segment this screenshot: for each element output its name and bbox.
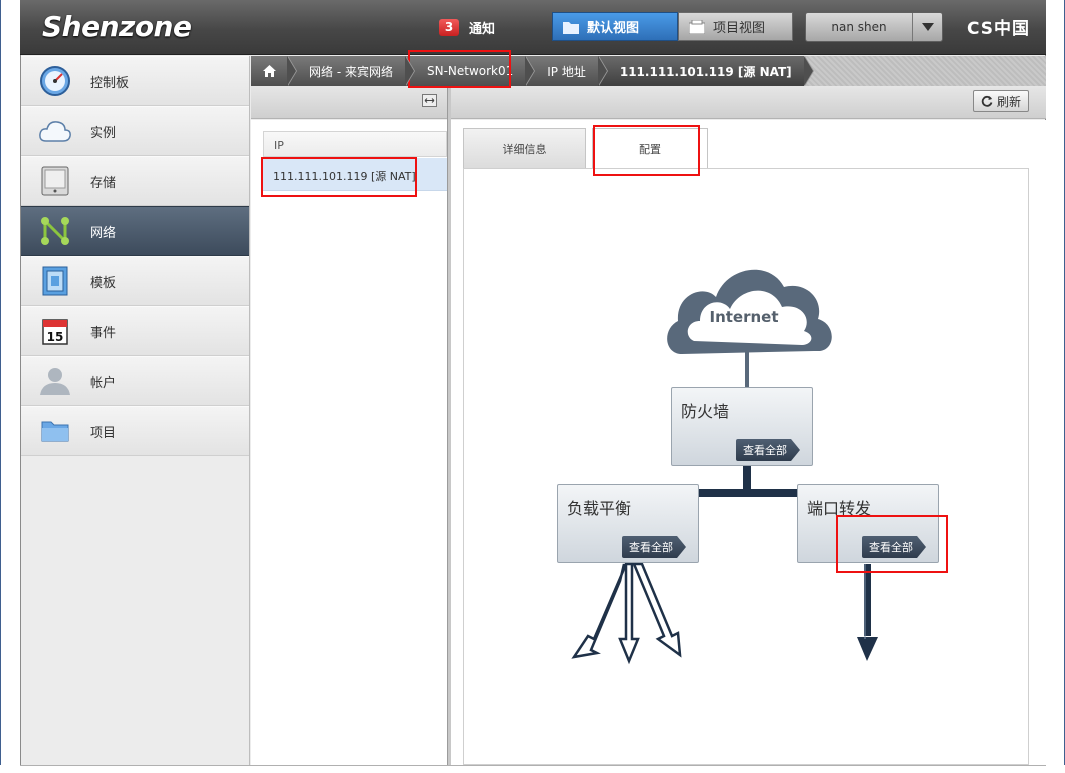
breadcrumb-network-label: 网络 - 来宾网络 xyxy=(309,64,393,79)
user-name: nan shen xyxy=(831,20,887,34)
tab-details[interactable]: 详细信息 xyxy=(463,128,586,168)
page-edge-left xyxy=(0,0,1,773)
default-view-button[interactable]: 默认视图 xyxy=(552,12,678,41)
breadcrumb-network-name[interactable]: SN-Network01 xyxy=(404,56,536,86)
project-view-label: 项目视图 xyxy=(713,21,766,36)
breadcrumb-current: 111.111.101.119 [源 NAT] xyxy=(597,56,814,86)
sidebar-item-label: 模板 xyxy=(90,275,117,291)
account-icon xyxy=(38,364,72,398)
configuration-content: Internet 防火墙 查看全部 负载平衡 查看全部 端口转发 查看全部 xyxy=(463,168,1029,765)
sidebar-item-templates[interactable]: 模板 xyxy=(21,256,249,306)
sidebar-item-label: 实例 xyxy=(90,125,117,141)
breadcrumb-network[interactable]: 网络 - 来宾网络 xyxy=(287,56,415,86)
sidebar-item-network[interactable]: 网络 xyxy=(21,206,249,256)
notifications-button[interactable]: 3 通知 xyxy=(439,18,495,37)
sidebar-item-label: 项目 xyxy=(90,425,117,441)
port-forwarding-title: 端口转发 xyxy=(807,499,872,518)
sidebar-item-instances[interactable]: 实例 xyxy=(21,106,249,156)
storage-icon xyxy=(38,164,72,198)
template-icon xyxy=(38,264,72,298)
sidebar-item-label: 存储 xyxy=(90,175,117,191)
sidebar-item-storage[interactable]: 存储 xyxy=(21,156,249,206)
breadcrumb-home[interactable] xyxy=(251,56,297,86)
ip-list-row[interactable]: 111.111.101.119 [源 NAT] xyxy=(263,158,447,191)
refresh-button[interactable]: 刷新 xyxy=(973,90,1029,112)
port-forwarding-view-all-button[interactable]: 查看全部 xyxy=(862,536,926,558)
service-bus xyxy=(698,489,798,497)
breadcrumb-fill xyxy=(803,56,1046,86)
brand-label: CS中国 xyxy=(967,19,1031,39)
network-diagram: Internet xyxy=(571,269,878,665)
app-logo: Shenzone xyxy=(42,10,192,43)
load-balancer-title: 负载平衡 xyxy=(567,499,632,518)
folder-icon xyxy=(563,21,579,34)
load-balancer-arrows xyxy=(571,562,682,665)
view-toggle: 默认视图 项目视图 xyxy=(552,12,793,41)
notification-label: 通知 xyxy=(469,22,496,37)
sidebar-item-label: 控制板 xyxy=(90,75,130,91)
load-balancer-view-all-button[interactable]: 查看全部 xyxy=(622,536,686,558)
frame-bottom xyxy=(0,765,1065,773)
sidebar-item-label: 网络 xyxy=(90,225,117,241)
breadcrumb-current-label: 111.111.101.119 [源 NAT] xyxy=(619,64,792,79)
cloud-icon xyxy=(38,114,72,148)
firewall-title: 防火墙 xyxy=(681,402,730,421)
detail-panel: 详细信息 配置 Internet 防火墙 查看全部 负载平衡 查看全部 端口转发… xyxy=(451,120,1046,765)
home-icon xyxy=(263,65,276,77)
firewall-box: 防火墙 查看全部 xyxy=(671,387,813,466)
load-balancer-box: 负载平衡 查看全部 xyxy=(557,484,699,563)
sidebar-item-label: 帐户 xyxy=(90,375,117,391)
sidebar-item-dashboard[interactable]: 控制板 xyxy=(21,56,249,106)
sidebar: 控制板 实例 存储 网络 模板 15 事件 帐户 项目 xyxy=(21,56,250,765)
user-dropdown-arrow[interactable] xyxy=(912,13,942,41)
firewall-view-all-button[interactable]: 查看全部 xyxy=(736,439,800,461)
top-header: Shenzone 3 通知 默认视图 项目视图 nan shen CS中国 xyxy=(20,0,1046,55)
internet-label: Internet xyxy=(709,308,778,326)
sidebar-item-label: 事件 xyxy=(90,325,117,341)
user-menu[interactable]: nan shen xyxy=(805,12,943,42)
frame-bottom-line xyxy=(20,765,1046,766)
sidebar-item-projects[interactable]: 项目 xyxy=(21,406,249,456)
sidebar-item-accounts[interactable]: 帐户 xyxy=(21,356,249,406)
network-icon xyxy=(38,214,72,248)
tab-configuration[interactable]: 配置 xyxy=(592,128,708,169)
ip-list-panel: IP 111.111.101.119 [源 NAT] xyxy=(251,120,447,765)
default-view-label: 默认视图 xyxy=(587,21,640,36)
sidebar-item-events[interactable]: 15 事件 xyxy=(21,306,249,356)
folder-icon xyxy=(38,414,72,448)
project-view-button[interactable]: 项目视图 xyxy=(678,12,793,41)
port-forwarding-box: 端口转发 查看全部 xyxy=(797,484,939,563)
breadcrumb-ip-section-label: IP 地址 xyxy=(547,64,586,79)
detail-toolbar: 刷新 xyxy=(451,86,1046,119)
calendar-day: 15 xyxy=(47,330,64,344)
collapse-panel-button[interactable] xyxy=(422,94,437,107)
list-toolbar xyxy=(251,86,447,119)
list-column-header: IP xyxy=(263,131,447,157)
project-icon xyxy=(689,19,705,34)
breadcrumb-ip-section[interactable]: IP 地址 xyxy=(525,56,608,86)
breadcrumb: 网络 - 来宾网络 SN-Network01 IP 地址 111.111.101… xyxy=(251,56,1046,86)
refresh-icon xyxy=(981,95,993,107)
calendar-icon: 15 xyxy=(38,314,72,348)
dashboard-icon xyxy=(38,64,72,98)
notification-count-badge: 3 xyxy=(439,19,459,36)
breadcrumb-network-name-label: SN-Network01 xyxy=(426,64,514,78)
expand-collapse-icon xyxy=(424,98,435,103)
refresh-label: 刷新 xyxy=(996,94,1021,109)
port-forwarding-arrow xyxy=(857,564,878,661)
firewall-connector xyxy=(743,466,751,493)
chevron-down-icon xyxy=(921,23,934,31)
internet-connector xyxy=(745,351,749,387)
